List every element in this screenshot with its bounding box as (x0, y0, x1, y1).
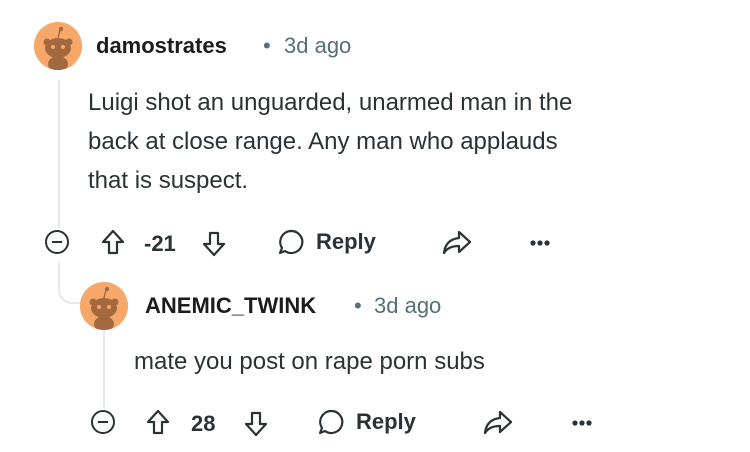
thread-line-root (58, 80, 60, 228)
collapse-button[interactable] (91, 410, 115, 434)
separator-dot: • (263, 33, 271, 58)
comment-line: that is suspect. (88, 167, 249, 194)
timestamp[interactable]: 3d ago (374, 293, 441, 319)
reply-button[interactable]: Reply (276, 226, 376, 258)
username[interactable]: damostrates (96, 33, 227, 59)
comment-line: back at close range. Any man who applaud… (88, 128, 558, 155)
share-arrow-icon[interactable] (441, 228, 473, 256)
speech-bubble-icon (278, 229, 304, 255)
comment-body: mate you post on rape porn subs (134, 342, 485, 381)
downvote-arrow-icon[interactable] (243, 410, 269, 438)
username[interactable]: ANEMIC_TWINK (145, 293, 316, 319)
thread-line-reply (103, 328, 105, 408)
avatar[interactable] (34, 22, 82, 70)
avatar[interactable] (80, 282, 128, 330)
snoo-avatar-icon (80, 282, 128, 330)
ellipsis-icon[interactable] (571, 419, 593, 427)
comment-body: Luigi shot an unguarded, unarmed man in … (88, 83, 572, 200)
downvote-arrow-icon[interactable] (201, 230, 227, 258)
snoo-avatar-icon (34, 22, 82, 70)
share-arrow-icon[interactable] (482, 408, 514, 436)
speech-bubble-icon (318, 409, 344, 435)
separator-dot: • (354, 293, 362, 318)
vote-score: 28 (191, 411, 216, 436)
reply-label: Reply (316, 229, 376, 254)
ellipsis-icon[interactable] (529, 239, 551, 247)
reply-label: Reply (356, 409, 416, 434)
timestamp[interactable]: 3d ago (284, 33, 351, 59)
vote-score: -21 (144, 231, 176, 256)
upvote-arrow-icon[interactable] (145, 408, 171, 436)
comment-line: Luigi shot an unguarded, unarmed man in … (88, 89, 573, 116)
reply-button[interactable]: Reply (316, 406, 416, 438)
comment-line: mate you post on rape porn subs (134, 348, 485, 375)
collapse-button[interactable] (45, 230, 69, 254)
upvote-arrow-icon[interactable] (100, 228, 126, 256)
